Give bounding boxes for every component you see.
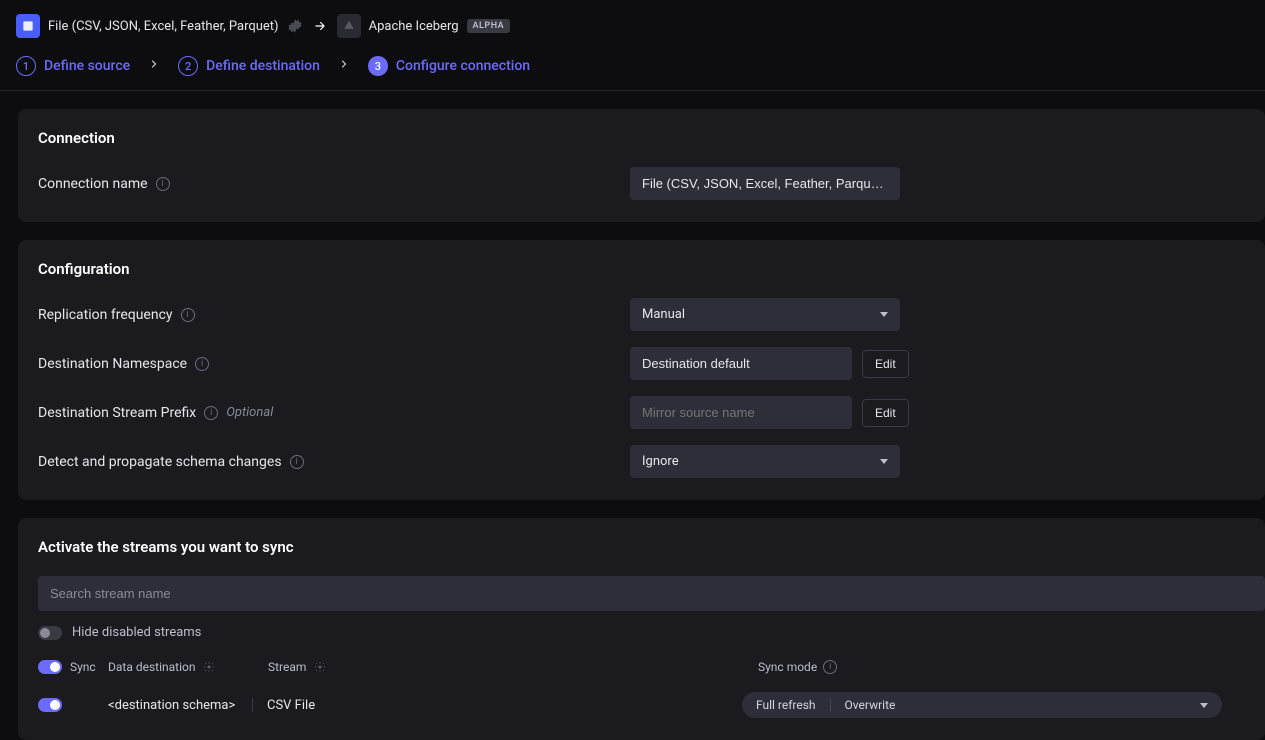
- sync-mode-header: Sync mode: [758, 660, 817, 674]
- sync-mode-select[interactable]: Full refresh Overwrite: [742, 692, 1222, 718]
- sync-all-toggle[interactable]: [38, 660, 62, 674]
- optional-label: Optional: [226, 405, 273, 420]
- replication-frequency-row: Replication frequency i Manual: [38, 298, 1245, 331]
- step-define-destination[interactable]: 2 Define destination: [178, 56, 320, 76]
- chevron-right-icon: [338, 58, 350, 74]
- sync-mode-right: Overwrite: [845, 698, 896, 712]
- source-name: File (CSV, JSON, Excel, Feather, Parquet…: [48, 19, 279, 34]
- stream-sync-toggle[interactable]: [38, 698, 62, 712]
- alpha-badge: ALPHA: [467, 19, 511, 33]
- destination-name: Apache Iceberg: [369, 19, 459, 34]
- step-number: 2: [178, 56, 198, 76]
- stream-header: Stream: [268, 660, 306, 674]
- panel-title: Activate the streams you want to sync: [38, 538, 1265, 556]
- gear-icon[interactable]: [203, 661, 215, 673]
- replication-frequency-select[interactable]: Manual: [630, 298, 900, 331]
- schema-changes-value: Ignore: [642, 454, 679, 469]
- destination-namespace-input: [630, 347, 852, 380]
- schema-changes-select[interactable]: Ignore: [630, 445, 900, 478]
- destination-prefix-input: [630, 396, 852, 429]
- step-label: Define destination: [206, 58, 320, 74]
- stream-name-value: CSV File: [267, 698, 315, 713]
- destination-namespace-label: Destination Namespace: [38, 356, 187, 372]
- data-destination-header: Data destination: [108, 660, 195, 674]
- connection-name-row: Connection name i: [38, 167, 1245, 200]
- stream-row: <destination schema> CSV File Full refre…: [38, 692, 1265, 718]
- replication-frequency-label: Replication frequency: [38, 307, 173, 323]
- info-icon[interactable]: i: [204, 406, 218, 420]
- replication-frequency-value: Manual: [642, 307, 685, 322]
- info-icon[interactable]: i: [181, 308, 195, 322]
- step-configure-connection[interactable]: 3 Configure connection: [368, 56, 530, 76]
- gear-icon[interactable]: [314, 661, 326, 673]
- caret-down-icon: [880, 312, 888, 317]
- step-label: Define source: [44, 58, 130, 74]
- separator: [252, 698, 253, 712]
- sync-header: Sync: [70, 660, 96, 674]
- chevron-right-icon: [148, 58, 160, 74]
- source-chip: File (CSV, JSON, Excel, Feather, Parquet…: [16, 14, 303, 38]
- panel-title: Connection: [38, 129, 1245, 147]
- separator: [830, 699, 831, 711]
- stepper: 1 Define source 2 Define destination 3 C…: [0, 38, 1265, 90]
- divider: [0, 90, 1265, 91]
- hide-disabled-label: Hide disabled streams: [72, 625, 201, 640]
- source-connector-icon: [16, 14, 40, 38]
- hide-disabled-row: Hide disabled streams: [38, 625, 1265, 640]
- info-icon[interactable]: i: [195, 357, 209, 371]
- connection-panel: Connection Connection name i: [18, 109, 1265, 222]
- arrow-right-icon: [313, 19, 327, 33]
- destination-schema-value: <destination schema>: [108, 698, 235, 713]
- stream-search-input[interactable]: [38, 576, 1265, 611]
- configuration-panel: Configuration Replication frequency i Ma…: [18, 240, 1265, 500]
- edit-namespace-button[interactable]: Edit: [862, 350, 909, 378]
- caret-down-icon: [880, 459, 888, 464]
- caret-down-icon: [1200, 703, 1208, 708]
- destination-namespace-row: Destination Namespace i Edit: [38, 347, 1245, 380]
- schema-changes-label: Detect and propagate schema changes: [38, 454, 282, 470]
- edit-prefix-button[interactable]: Edit: [862, 399, 909, 427]
- destination-prefix-label: Destination Stream Prefix: [38, 405, 196, 421]
- step-number: 3: [368, 56, 388, 76]
- info-icon[interactable]: i: [156, 177, 170, 191]
- hide-disabled-toggle[interactable]: [38, 626, 62, 640]
- info-icon[interactable]: i: [290, 455, 304, 469]
- verified-badge-icon: [287, 18, 303, 34]
- streams-panel: Activate the streams you want to sync Hi…: [18, 518, 1265, 740]
- step-number: 1: [16, 56, 36, 76]
- schema-changes-row: Detect and propagate schema changes i Ig…: [38, 445, 1245, 478]
- sync-mode-left: Full refresh: [756, 698, 816, 712]
- connection-name-label: Connection name: [38, 176, 148, 192]
- top-bar: File (CSV, JSON, Excel, Feather, Parquet…: [0, 0, 1265, 38]
- step-define-source[interactable]: 1 Define source: [16, 56, 130, 76]
- connection-name-input[interactable]: [630, 167, 900, 200]
- stream-table-header: Sync Data destination Stream Sync mode i: [38, 660, 1265, 674]
- panel-title: Configuration: [38, 260, 1245, 278]
- destination-chip: Apache Iceberg ALPHA: [337, 14, 511, 38]
- destination-connector-icon: [337, 14, 361, 38]
- info-icon[interactable]: i: [823, 660, 837, 674]
- destination-prefix-row: Destination Stream Prefix i Optional Edi…: [38, 396, 1245, 429]
- step-label: Configure connection: [396, 58, 530, 74]
